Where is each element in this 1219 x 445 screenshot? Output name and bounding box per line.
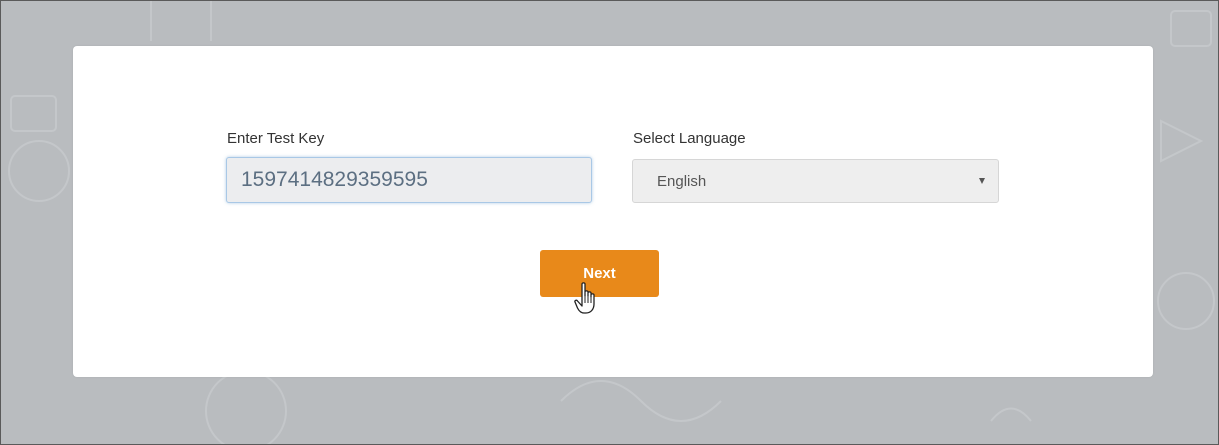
page-frame: Enter Test Key Select Language English N…: [0, 0, 1219, 445]
language-select[interactable]: English: [632, 159, 999, 203]
caret-down-icon: [979, 178, 985, 184]
hand-pointer-icon: [574, 282, 595, 314]
test-key-card: Enter Test Key Select Language English N…: [73, 46, 1153, 377]
test-key-label: Enter Test Key: [227, 130, 325, 147]
test-key-input[interactable]: [226, 157, 592, 203]
language-label: Select Language: [633, 130, 746, 147]
language-selected-value: English: [657, 173, 707, 190]
